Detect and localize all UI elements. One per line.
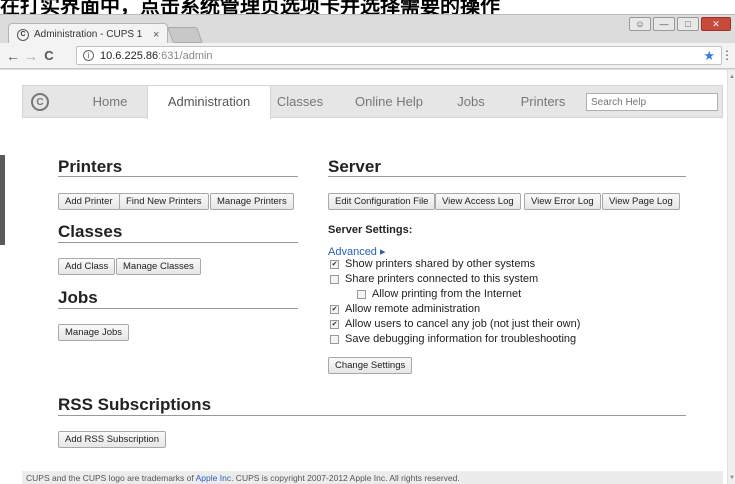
printers-heading: Printers [58, 157, 123, 176]
option-label: Allow users to cancel any job (not just … [345, 318, 581, 330]
window-close-icon[interactable]: ✕ [701, 17, 731, 31]
forward-icon[interactable]: → [22, 48, 40, 64]
server-rule [328, 176, 686, 177]
option-share-printers[interactable]: Share printers connected to this system [330, 273, 538, 285]
nav-classes[interactable]: Classes [263, 86, 337, 117]
left-edge-strip [0, 155, 5, 245]
checkbox-unchecked[interactable] [357, 289, 366, 299]
screenshot-root: 在打实界面中，点击系统管理页选项卡并选择需要的操作 C Administrati… [0, 0, 735, 484]
option-label: Allow printing from the Internet [372, 288, 522, 300]
option-save-debugging[interactable]: Save debugging information for troublesh… [330, 333, 576, 345]
browser-window: C Administration - CUPS 1 × ☺ — □ ✕ ← → … [0, 14, 735, 484]
view-error-log-button[interactable]: View Error Log [524, 193, 601, 210]
tab-strip: C Administration - CUPS 1 × ☺ — □ ✕ [0, 15, 735, 45]
address-bar[interactable]: i 10.6.225.86:631/admin ★ [76, 46, 722, 65]
new-tab-button[interactable] [167, 27, 203, 43]
site-info-icon[interactable]: i [83, 50, 94, 61]
option-remote-admin[interactable]: ✔ Allow remote administration [330, 303, 480, 315]
jobs-rule [58, 308, 298, 309]
add-printer-button[interactable]: Add Printer [58, 193, 120, 210]
footer-text-start: CUPS and the CUPS logo are trademarks of [26, 473, 196, 483]
url-path: :631/admin [158, 49, 213, 62]
browser-tab[interactable]: C Administration - CUPS 1 × [8, 23, 168, 45]
window-controls: ☺ — □ ✕ [629, 17, 731, 31]
checkbox-unchecked[interactable] [330, 334, 339, 344]
checkbox-unchecked[interactable] [330, 274, 339, 284]
manage-printers-button[interactable]: Manage Printers [210, 193, 294, 210]
manage-jobs-button[interactable]: Manage Jobs [58, 324, 130, 341]
checkbox-checked[interactable]: ✔ [330, 259, 339, 269]
minimize-icon[interactable]: — [653, 17, 675, 31]
url-host: 10.6.225.86 [100, 49, 159, 62]
option-allow-internet-printing[interactable]: Allow printing from the Internet [357, 288, 521, 300]
cups-nav-bar: C Home Administration Classes Online Hel… [22, 85, 723, 119]
footer-text-end: . CUPS is copyright 2007-2012 Apple Inc.… [231, 473, 460, 483]
option-cancel-any-job[interactable]: ✔ Allow users to cancel any job (not jus… [330, 318, 580, 330]
edit-configuration-file-button[interactable]: Edit Configuration File [328, 193, 436, 210]
classes-heading: Classes [58, 222, 123, 241]
checkbox-checked[interactable]: ✔ [330, 304, 339, 314]
view-page-log-button[interactable]: View Page Log [602, 193, 680, 210]
printers-rule [58, 176, 298, 177]
page-content: C Home Administration Classes Online Hel… [0, 70, 735, 484]
back-icon[interactable]: ← [4, 48, 22, 64]
scroll-up-icon[interactable]: ▲ [729, 74, 735, 80]
change-settings-button[interactable]: Change Settings [328, 357, 413, 374]
user-icon[interactable]: ☺ [629, 17, 651, 31]
maximize-icon[interactable]: □ [677, 17, 699, 31]
view-access-log-button[interactable]: View Access Log [435, 193, 521, 210]
option-label: Allow remote administration [345, 303, 481, 315]
jobs-heading: Jobs [58, 288, 98, 307]
checkbox-checked[interactable]: ✔ [330, 319, 339, 329]
tab-close-icon[interactable]: × [153, 29, 167, 41]
cups-logo-icon[interactable]: C [31, 93, 49, 111]
nav-jobs[interactable]: Jobs [443, 86, 499, 117]
option-label: Show printers shared by other systems [345, 258, 536, 270]
add-rss-subscription-button[interactable]: Add RSS Subscription [58, 431, 166, 448]
browser-toolbar: ← → C i 10.6.225.86:631/admin ★ ⋮ [0, 43, 735, 69]
server-heading: Server [328, 157, 381, 176]
nav-home[interactable]: Home [65, 86, 155, 117]
apple-link[interactable]: Apple Inc [196, 473, 231, 483]
tab-title: Administration - CUPS 1 [34, 29, 143, 40]
scroll-down-icon[interactable]: ▼ [729, 475, 735, 481]
caption-strip: 在打实界面中，点击系统管理页选项卡并选择需要的操作 [0, 0, 735, 14]
find-new-printers-button[interactable]: Find New Printers [119, 193, 209, 210]
classes-rule [58, 242, 298, 243]
nav-online-help[interactable]: Online Help [335, 86, 443, 117]
nav-printers[interactable]: Printers [505, 86, 581, 117]
manage-classes-button[interactable]: Manage Classes [116, 258, 201, 275]
page-scrollbar[interactable]: ▲ ▼ [727, 70, 735, 484]
server-settings-label: Server Settings: [328, 224, 413, 236]
bookmark-star-icon[interactable]: ★ [703, 48, 715, 64]
cups-favicon-icon: C [17, 28, 29, 41]
caption-text: 在打实界面中，点击系统管理页选项卡并选择需要的操作 [0, 0, 500, 14]
page-footer: CUPS and the CUPS logo are trademarks of… [22, 471, 723, 484]
search-help-input[interactable] [586, 93, 718, 111]
add-class-button[interactable]: Add Class [58, 258, 116, 275]
option-show-shared-printers[interactable]: ✔ Show printers shared by other systems [330, 258, 535, 270]
option-label: Save debugging information for troublesh… [345, 333, 577, 345]
menu-kebab-icon[interactable]: ⋮ [721, 48, 733, 62]
rss-rule [58, 415, 686, 416]
advanced-link[interactable]: Advanced ▸ [328, 245, 386, 258]
reload-icon[interactable]: C [40, 48, 58, 63]
option-label: Share printers connected to this system [345, 273, 539, 285]
nav-administration[interactable]: Administration [147, 86, 271, 119]
rss-heading: RSS Subscriptions [58, 395, 212, 414]
